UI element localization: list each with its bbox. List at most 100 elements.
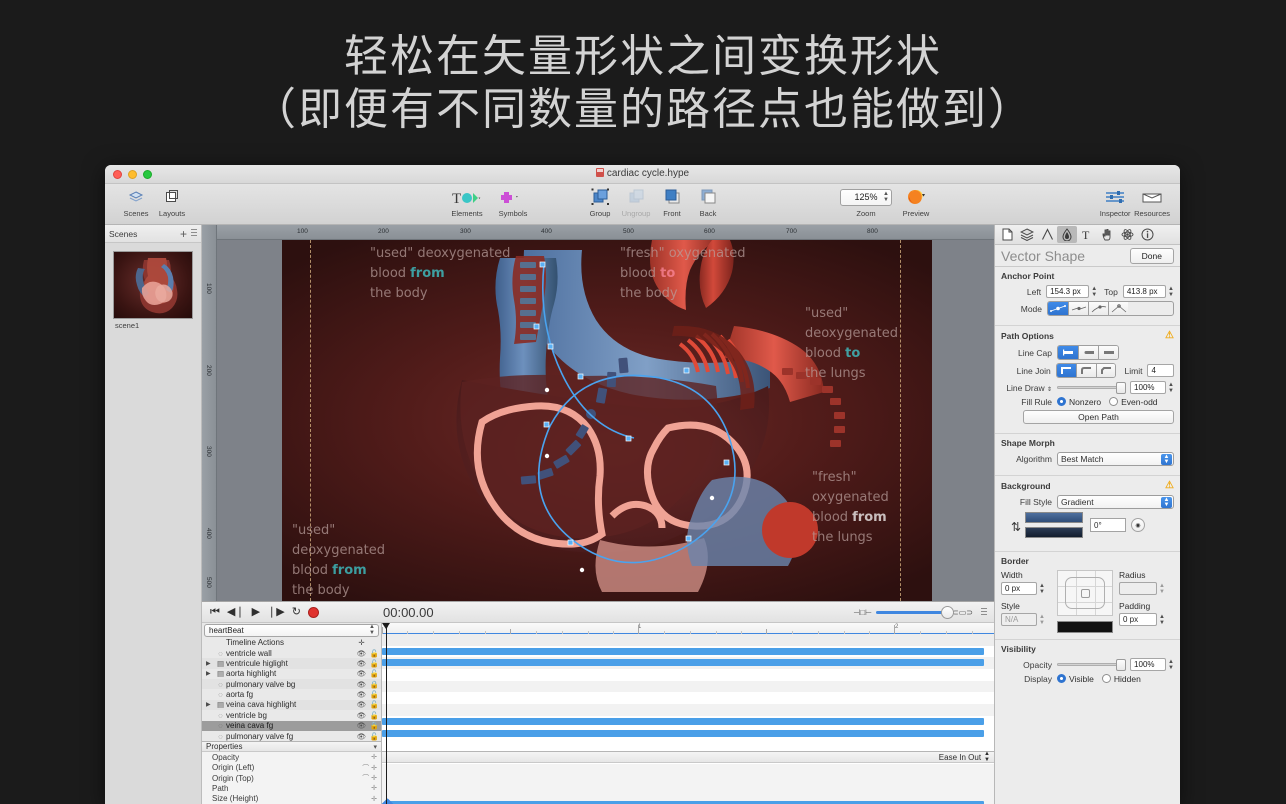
disclosure-icon[interactable]: ▶ bbox=[206, 660, 215, 667]
visibility-eye-icon[interactable]: 👁 bbox=[355, 659, 368, 668]
line-draw-knob[interactable] bbox=[1116, 382, 1126, 394]
warning-icon[interactable]: ⚠ bbox=[1165, 330, 1174, 341]
toolbar-symbols-button[interactable]: Symbols bbox=[491, 186, 535, 218]
anchor-mode-segmented[interactable] bbox=[1047, 301, 1174, 316]
track-row[interactable] bbox=[382, 716, 994, 728]
tab-physics-icon[interactable] bbox=[1117, 226, 1137, 243]
gradient-stop-2-swatch[interactable] bbox=[1025, 527, 1083, 538]
toolbar-back-button[interactable]: Back bbox=[691, 186, 725, 218]
visibility-eye-icon[interactable]: 👁 bbox=[355, 649, 368, 658]
easing-icon[interactable]: ⌒ ✛ bbox=[362, 763, 381, 773]
property-row[interactable]: Origin (Left)⌒ ✛ bbox=[202, 763, 381, 773]
track-row[interactable] bbox=[382, 634, 994, 646]
canvas-label-fresh-ox-to-body[interactable]: "fresh" oxygenated blood to the body bbox=[620, 244, 745, 304]
timeline-zoom-slider[interactable] bbox=[876, 611, 948, 614]
scene-item[interactable]: scene1 bbox=[113, 251, 193, 330]
line-draw-field-stepper[interactable]: ▲▼ bbox=[1168, 382, 1174, 394]
layer-row-timeline-actions[interactable]: Timeline Actions ✛ bbox=[202, 638, 381, 648]
border-width-stepper[interactable]: ▲▼ bbox=[1039, 583, 1045, 595]
visibility-eye-icon[interactable]: 👁 bbox=[355, 721, 368, 730]
track-row[interactable] bbox=[382, 669, 994, 681]
play-button[interactable]: ▶ bbox=[252, 607, 260, 618]
bevel-join-option[interactable] bbox=[1096, 364, 1116, 377]
zoom-field[interactable]: 125% ▲▼ bbox=[840, 189, 892, 206]
gradient-swap-icon[interactable]: ⇅ bbox=[1001, 512, 1025, 542]
layer-row[interactable]: ▶ ▤ aorta highlight 👁 🔓 bbox=[202, 669, 381, 679]
chevron-updown-icon[interactable]: ▲▼ bbox=[1161, 454, 1172, 465]
lock-icon[interactable]: 🔓 bbox=[368, 690, 381, 699]
property-row[interactable]: Size (Height)✛ bbox=[202, 794, 381, 804]
lock-icon[interactable]: 🔓 bbox=[368, 711, 381, 720]
opacity-slider[interactable] bbox=[1057, 663, 1122, 666]
toolbar-resources-button[interactable]: Resources bbox=[1134, 186, 1170, 218]
limit-field[interactable]: 4 bbox=[1147, 364, 1174, 377]
lock-icon[interactable]: 🔓 bbox=[368, 669, 381, 678]
step-forward-button[interactable]: ❘▶ bbox=[267, 607, 285, 618]
add-keyframe-icon[interactable]: ✛ bbox=[371, 795, 381, 803]
add-keyframe-icon[interactable]: ✛ bbox=[371, 753, 381, 761]
visibility-eye-icon[interactable]: 👁 bbox=[355, 711, 368, 720]
lock-icon[interactable]: 🔒 bbox=[368, 721, 381, 730]
lock-icon[interactable]: 🔓 bbox=[368, 732, 381, 741]
toolbar-inspector-button[interactable]: Inspector bbox=[1098, 186, 1132, 218]
tab-info-icon[interactable] bbox=[1137, 226, 1157, 243]
border-padding-field[interactable]: 0 px bbox=[1119, 613, 1157, 626]
anchor-left-stepper[interactable]: ▲▼ bbox=[1091, 286, 1097, 298]
disclosure-icon[interactable]: ▶ bbox=[206, 670, 215, 677]
playhead[interactable] bbox=[386, 623, 387, 804]
chevron-updown-icon[interactable]: ▲▼ bbox=[1161, 497, 1172, 508]
layer-row[interactable]: ◌ aorta fg 👁 🔓 bbox=[202, 689, 381, 699]
canvas-label-fresh-ox-from-lungs[interactable]: "fresh" oxygenated blood from the lungs bbox=[812, 468, 889, 548]
zoom-stepper[interactable]: ▲▼ bbox=[883, 191, 889, 203]
property-track-row[interactable] bbox=[382, 775, 994, 787]
record-button[interactable] bbox=[308, 607, 319, 618]
line-draw-slider[interactable] bbox=[1057, 386, 1122, 389]
toolbar-elements-button[interactable]: T Elements bbox=[445, 186, 489, 218]
timeline-tracks[interactable]: 0 1 2 bbox=[382, 623, 994, 804]
anchor-mode-smooth-node[interactable] bbox=[1048, 302, 1068, 315]
open-path-button[interactable]: Open Path bbox=[1023, 410, 1174, 424]
visibility-eye-icon[interactable]: 👁 bbox=[355, 700, 368, 709]
disclosure-icon[interactable]: ▶ bbox=[206, 701, 215, 708]
butt-cap-option[interactable] bbox=[1058, 346, 1078, 359]
vertical-ruler[interactable]: 100 200 300 400 500 bbox=[202, 225, 217, 601]
toolbar-zoom-control[interactable]: 125% ▲▼ Zoom bbox=[838, 186, 894, 218]
fill-rule-evenodd-radio[interactable]: Even-odd bbox=[1109, 397, 1157, 407]
gradient-type-button[interactable]: ◉ bbox=[1131, 518, 1145, 532]
algorithm-select[interactable]: Best Match ▲▼ bbox=[1057, 452, 1174, 466]
border-style-stepper[interactable]: ▲▼ bbox=[1039, 614, 1045, 626]
warning-icon[interactable]: ⚠ bbox=[1165, 480, 1174, 491]
canvas-label-used-deox-from-body-top[interactable]: "used" deoxygenated blood from the body bbox=[370, 244, 510, 304]
track-row[interactable] bbox=[382, 739, 994, 751]
round-cap-option[interactable] bbox=[1078, 346, 1098, 359]
layer-row[interactable]: ◌ ventricle bg 👁 🔓 bbox=[202, 710, 381, 720]
layer-row[interactable]: ◌ pulmonary valve fg 👁 🔓 bbox=[202, 731, 381, 741]
tab-layers-icon[interactable] bbox=[1017, 226, 1037, 243]
toolbar-layouts-button[interactable]: Layouts bbox=[155, 186, 189, 218]
fill-style-select[interactable]: Gradient ▲▼ bbox=[1057, 495, 1174, 509]
canvas-label-used-deox-to-lungs[interactable]: "used" deoxygenated blood to the lungs bbox=[805, 304, 898, 384]
toolbar-scenes-button[interactable]: Scenes bbox=[119, 186, 153, 218]
round-join-option[interactable] bbox=[1076, 364, 1096, 377]
border-width-field[interactable]: 0 px bbox=[1001, 582, 1037, 595]
visibility-eye-icon[interactable]: 👁 bbox=[355, 732, 368, 741]
anchor-mode-corner-node[interactable] bbox=[1108, 302, 1128, 315]
toolbar-preview-button[interactable]: Preview bbox=[896, 186, 936, 218]
chevron-updown-icon[interactable]: ▲▼ bbox=[984, 751, 990, 763]
step-back-button[interactable]: ◀❘ bbox=[227, 607, 245, 618]
anchor-top-field[interactable]: 413.8 px bbox=[1123, 285, 1166, 298]
border-padding-stepper[interactable]: ▲▼ bbox=[1159, 614, 1165, 626]
opacity-field[interactable]: 100% bbox=[1130, 658, 1166, 671]
timeline-selector[interactable]: heartBeat ▲▼ bbox=[204, 624, 379, 637]
property-row[interactable]: Path✛ bbox=[202, 783, 381, 793]
layer-row-selected[interactable]: ◌ veina cava fg 👁 🔒 bbox=[202, 721, 381, 731]
border-radius-stepper[interactable]: ▲▼ bbox=[1159, 583, 1165, 595]
track-row[interactable] bbox=[382, 657, 994, 669]
easing-selector[interactable]: Ease In Out ▲▼ bbox=[382, 751, 994, 763]
scene-thumbnail[interactable] bbox=[113, 251, 193, 319]
add-keyframe-icon[interactable]: ✛ bbox=[371, 784, 381, 792]
properties-header[interactable]: Properties ▾ bbox=[202, 741, 381, 752]
anchor-mode-disconnected-node[interactable] bbox=[1068, 302, 1088, 315]
track-row[interactable] bbox=[382, 728, 994, 740]
track-row[interactable] bbox=[382, 646, 994, 658]
